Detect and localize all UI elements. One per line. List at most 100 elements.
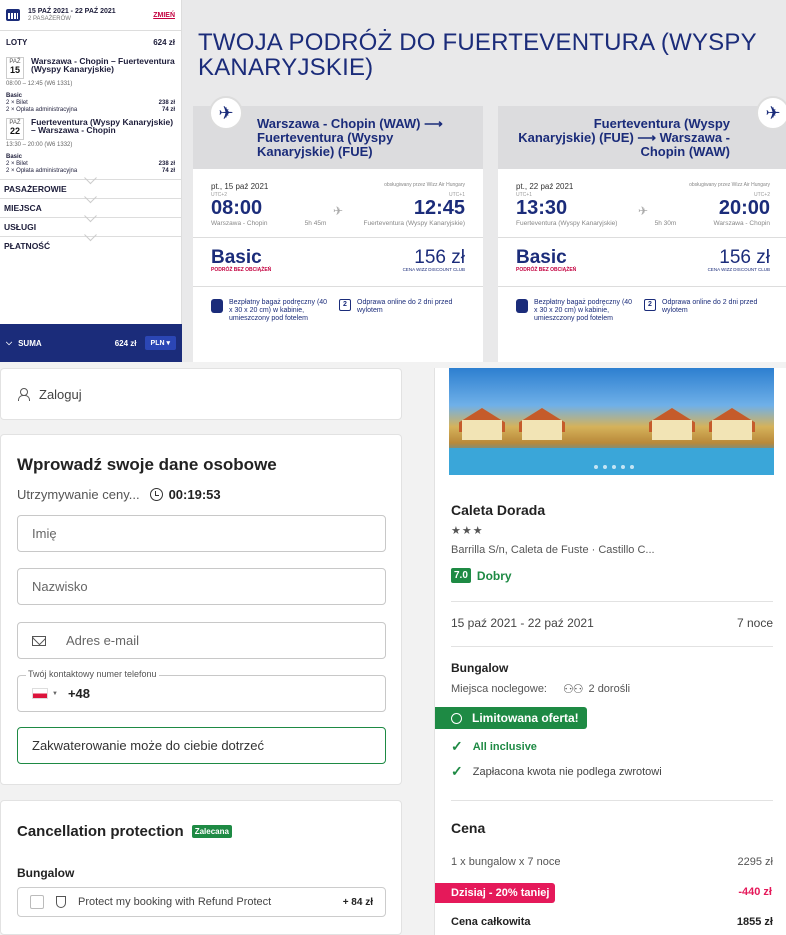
currency-select[interactable]: PLN ▾ — [144, 336, 176, 350]
departure-time: 13:30 — [516, 197, 568, 219]
total-price: Cena całkowita 1855 zł — [451, 916, 773, 928]
checkin-info: Odprawa online do 2 dni przed wylotem — [357, 299, 453, 314]
inbound-heading: Fuerteventura (Wyspy Kanaryjskie) (FUE) … — [498, 106, 786, 169]
inbound-ticket-price: 238 zł — [158, 161, 175, 167]
flights-total: 624 zł — [153, 37, 175, 47]
discount-value: -440 zł — [738, 886, 772, 898]
inbound-date: pt., 22 paź 2021 — [516, 182, 574, 191]
fare-name: Basic — [211, 247, 262, 268]
discount-badge: Dzisiaj - 20% taniej — [435, 883, 556, 903]
fare-name: Basic — [516, 247, 567, 268]
bag-icon — [211, 299, 223, 313]
check-icon: ✓ — [451, 763, 463, 779]
cancellation-title: Cancellation protection Zalecana — [17, 823, 385, 840]
email-field[interactable]: Adres e-mail — [17, 622, 386, 659]
refund-protect-price: + 84 zł — [342, 896, 373, 908]
price-hold: Utrzymywanie ceny... 00:19:53 — [17, 487, 385, 502]
hotel-address: Barrilla S/n, Caleta de Fuste · Castillo… — [451, 544, 655, 556]
trip-dates-header: 15 PAŹ 2021 - 22 PAŹ 2021 2 PASAŻERÓW ZM… — [0, 0, 181, 31]
plane-icon: ✈ — [209, 96, 243, 130]
chevron-down-icon: ⌵ — [6, 338, 13, 347]
departure-place: Fuerteventura (Wyspy Kanaryjskie) — [516, 220, 618, 227]
inbound-fare: Basic — [6, 154, 23, 160]
fare-price: 156 zł — [414, 247, 465, 268]
first-name-field[interactable]: Imię — [17, 515, 386, 552]
inbound-operator: obsługiwany przez Wizz Air Hungary — [689, 182, 770, 188]
outbound-date-box: PAŹ 15 — [6, 57, 24, 79]
last-name-field[interactable]: Nazwisko — [17, 568, 386, 605]
outbound-time: 08:00 – 12:45 (W6 1331) — [6, 81, 73, 87]
outbound-operator: obsługiwany przez Wizz Air Hungary — [384, 182, 465, 188]
poland-flag-icon[interactable] — [32, 688, 48, 699]
flight-duration: 5h 45m — [304, 220, 327, 227]
hotel-name[interactable]: Caleta Dorada — [451, 502, 545, 518]
limited-offer-badge: Limitowana oferta! — [435, 707, 587, 729]
plane-icon: ✈ — [756, 96, 786, 130]
price-line-value: 2295 zł — [737, 856, 773, 868]
bag-icon — [516, 299, 528, 313]
outbound-ticket-price: 238 zł — [158, 100, 175, 106]
page-title: TWOJA PODRÓŻ DO FUERTEVENTURA (WYSPY KAN… — [198, 29, 757, 81]
inbound-fee: 2 × Opłata administracyjna — [6, 168, 78, 174]
caret-down-icon[interactable]: ▼ — [52, 691, 58, 697]
stay-nights: 7 noce — [736, 616, 773, 630]
outbound-flight-card: ✈ Warszawa - Chopin (WAW) ⟶ Fuerteventur… — [193, 96, 483, 362]
section-payment[interactable]: PŁATNOŚĆ — [0, 236, 181, 255]
calendar-icon — [6, 9, 20, 21]
sum-label: SUMA — [18, 338, 42, 348]
hotel-photo[interactable] — [449, 368, 774, 475]
total-value: 1855 zł — [736, 916, 773, 928]
arrival-time: 12:45 — [413, 197, 465, 219]
bag-info: Bezpłatny bagaż podręczny (40 x 30 x 20 … — [229, 299, 328, 322]
accommodation-notice: Zakwaterowanie może do ciebie dotrzeć — [17, 727, 386, 764]
arrival-place: Fuerteventura (Wyspy Kanaryjskie) — [363, 220, 465, 227]
passenger-count: 2 PASAŻERÓW — [28, 16, 71, 22]
total-label: Cena całkowita — [451, 916, 531, 928]
phone-prefix: +48 — [67, 686, 91, 701]
plane-icon: ✈ — [637, 204, 649, 218]
recommended-badge: Zalecana — [191, 825, 232, 838]
clock-icon — [149, 488, 163, 501]
fare-price-subtitle: CENA WIZZ DISCOUNT CLUB — [402, 267, 465, 272]
checkin-icon: 2 — [644, 299, 656, 311]
flights-summary-row[interactable]: LOTY 624 zł — [0, 31, 181, 53]
refund-protect-checkbox[interactable] — [30, 895, 44, 909]
fare-price-subtitle: CENA WIZZ DISCOUNT CLUB — [707, 267, 770, 272]
check-icon: ✓ — [451, 738, 463, 754]
login-label: Zaloguj — [39, 386, 82, 402]
total-sum-bar[interactable]: ⌵ SUMA 624 zł PLN ▾ — [0, 324, 182, 362]
outbound-flight-summary: PAŹ 15 Warszawa - Chopin – Fuerteventura … — [0, 53, 181, 79]
carousel-dots[interactable] — [594, 465, 634, 469]
booking-summary-sidebar: 15 PAŹ 2021 - 22 PAŹ 2021 2 PASAŻERÓW ZM… — [0, 0, 182, 362]
rating-score: 7.0 — [451, 568, 471, 583]
inbound-flight-card: ✈ Fuerteventura (Wyspy Kanaryjskie) (FUE… — [498, 96, 786, 362]
cancellation-protection-card: Cancellation protection Zalecana Bungalow… — [0, 800, 402, 935]
occupancy-value: 2 dorośli — [588, 683, 631, 695]
cancellation-room: Bungalow — [17, 866, 75, 880]
shield-icon — [56, 896, 66, 908]
arrival-place: Warszawa - Chopin — [713, 220, 770, 227]
hotel-summary: Caleta Dorada ★★★ Barrilla S/n, Caleta d… — [434, 368, 786, 935]
email-placeholder: Adres e-mail — [66, 633, 139, 648]
refund-protect-option[interactable]: Protect my booking with Refund Protect +… — [17, 887, 386, 917]
bag-info: Bezpłatny bagaż podręczny (40 x 30 x 20 … — [534, 299, 633, 322]
fare-subtitle: PODRÓŻ BEZ OBCIĄŻEŃ — [516, 267, 577, 273]
trip-dates: 15 PAŹ 2021 - 22 PAŹ 2021 — [28, 8, 116, 15]
nonrefundable-item: ✓ Zapłacona kwota nie podlega zwrotowi — [451, 763, 662, 779]
outbound-fee-price: 74 zł — [161, 107, 175, 113]
all-inclusive-item: ✓ All inclusive — [451, 738, 537, 754]
inbound-fee-price: 74 zł — [161, 168, 175, 174]
inbound-time: 13:30 – 20:00 (W6 1332) — [6, 142, 73, 148]
phone-field[interactable]: Twój kontaktowy numer telefonu ▼ +48 — [17, 669, 386, 712]
hotel-stars: ★★★ — [451, 525, 484, 537]
inbound-flight-summary: PAŹ 22 Fuerteventura (Wyspy Kanaryjskie) … — [0, 114, 181, 140]
outbound-date: pt., 15 paź 2021 — [211, 182, 269, 191]
departure-time: 08:00 — [211, 197, 263, 219]
sum-value: 624 zł — [114, 338, 137, 348]
login-button[interactable]: Zaloguj — [0, 368, 402, 420]
fare-subtitle: PODRÓŻ BEZ OBCIĄŻEŃ — [211, 267, 272, 273]
change-link[interactable]: ZMIEŃ — [153, 12, 175, 19]
price-title: Cena — [451, 820, 486, 836]
checkin-info: Odprawa online do 2 dni przed wylotem — [662, 299, 758, 314]
hold-timer: 00:19:53 — [168, 487, 221, 502]
